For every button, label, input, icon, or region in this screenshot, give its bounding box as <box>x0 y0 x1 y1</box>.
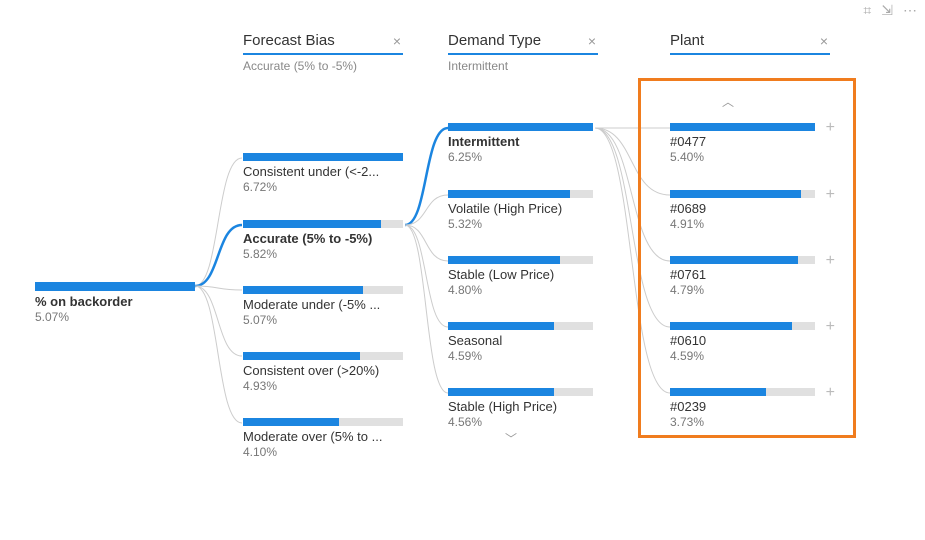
node-value: 4.93% <box>243 379 403 393</box>
node-value: 4.80% <box>448 283 593 297</box>
root-value: 5.07% <box>35 310 195 324</box>
column-title: Plant <box>670 32 704 49</box>
chevron-down-icon[interactable]: ﹀ <box>505 430 517 447</box>
node-label: #0477 <box>670 134 815 149</box>
node-value: 4.56% <box>448 415 593 429</box>
node-value: 4.91% <box>670 217 815 231</box>
more-icon[interactable]: ⋯ <box>903 2 917 19</box>
plus-icon[interactable]: + <box>826 119 835 137</box>
demand-node[interactable]: Stable (Low Price) 4.80% <box>448 256 593 297</box>
bias-node[interactable]: Moderate under (-5% ... 5.07% <box>243 286 403 327</box>
node-label: Moderate over (5% to ... <box>243 429 403 444</box>
close-icon[interactable]: × <box>586 33 598 49</box>
node-label: Seasonal <box>448 333 593 348</box>
plus-icon[interactable]: + <box>826 252 835 270</box>
export-icon[interactable]: ⇲ <box>881 2 893 19</box>
demand-node[interactable]: Seasonal 4.59% <box>448 322 593 363</box>
node-value: 4.79% <box>670 283 815 297</box>
node-label: #0689 <box>670 201 815 216</box>
plus-icon[interactable]: + <box>826 318 835 336</box>
node-label: Stable (Low Price) <box>448 267 593 282</box>
node-value: 5.07% <box>243 313 403 327</box>
column-subtitle: Intermittent <box>448 59 598 73</box>
column-title: Demand Type <box>448 32 541 49</box>
node-value: 6.25% <box>448 150 593 164</box>
column-demand-type: Demand Type × Intermittent <box>448 30 598 73</box>
plant-node[interactable]: #0610 4.59% + <box>670 322 815 363</box>
node-label: #0239 <box>670 399 815 414</box>
node-label: Moderate under (-5% ... <box>243 297 403 312</box>
root-node[interactable]: % on backorder 5.07% <box>35 282 195 324</box>
root-label: % on backorder <box>35 294 195 309</box>
node-value: 4.59% <box>448 349 593 363</box>
plus-icon[interactable]: + <box>826 186 835 204</box>
demand-node-selected[interactable]: Intermittent 6.25% <box>448 123 593 164</box>
node-label: #0610 <box>670 333 815 348</box>
demand-node[interactable]: Stable (High Price) 4.56% <box>448 388 593 429</box>
node-label: Intermittent <box>448 134 593 149</box>
close-icon[interactable]: × <box>391 33 403 49</box>
column-forecast-bias: Forecast Bias × Accurate (5% to -5%) <box>243 30 403 73</box>
bias-node[interactable]: Consistent over (>20%) 4.93% <box>243 352 403 393</box>
node-label: Volatile (High Price) <box>448 201 593 216</box>
plant-node[interactable]: #0477 5.40% + <box>670 123 815 164</box>
node-value: 4.59% <box>670 349 815 363</box>
bias-node[interactable]: Consistent under (<-2... 6.72% <box>243 153 403 194</box>
plant-node[interactable]: #0689 4.91% + <box>670 190 815 231</box>
node-value: 5.40% <box>670 150 815 164</box>
filter-icon[interactable]: ⌗ <box>863 2 871 19</box>
node-label: Consistent over (>20%) <box>243 363 403 378</box>
bias-node[interactable]: Moderate over (5% to ... 4.10% <box>243 418 403 459</box>
node-label: Consistent under (<-2... <box>243 164 403 179</box>
close-icon[interactable]: × <box>818 33 830 49</box>
node-label: Accurate (5% to -5%) <box>243 231 403 246</box>
column-title: Forecast Bias <box>243 32 335 49</box>
plus-icon[interactable]: + <box>826 384 835 402</box>
node-label: Stable (High Price) <box>448 399 593 414</box>
node-value: 5.32% <box>448 217 593 231</box>
chevron-up-icon[interactable]: ︿ <box>722 93 734 110</box>
bias-node-selected[interactable]: Accurate (5% to -5%) 5.82% <box>243 220 403 261</box>
plant-node[interactable]: #0761 4.79% + <box>670 256 815 297</box>
plant-node[interactable]: #0239 3.73% + <box>670 388 815 429</box>
column-plant: Plant × <box>670 30 830 55</box>
node-value: 5.82% <box>243 247 403 261</box>
node-label: #0761 <box>670 267 815 282</box>
demand-node[interactable]: Volatile (High Price) 5.32% <box>448 190 593 231</box>
column-subtitle: Accurate (5% to -5%) <box>243 59 403 73</box>
node-value: 4.10% <box>243 445 403 459</box>
node-value: 3.73% <box>670 415 815 429</box>
node-value: 6.72% <box>243 180 403 194</box>
